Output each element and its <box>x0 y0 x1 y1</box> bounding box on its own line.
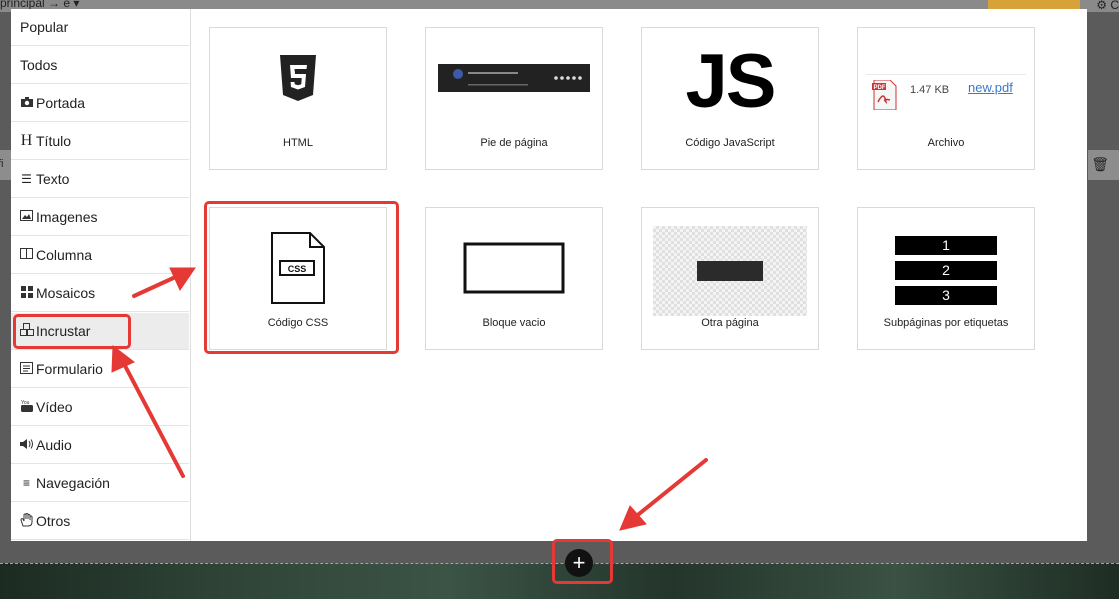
speaker-icon <box>20 438 33 453</box>
sidebar-item-imagenes[interactable]: Imagenes <box>11 199 189 236</box>
sidebar-item-navegacion[interactable]: ≡ Navegación <box>11 465 189 502</box>
footer-preview-thumbnail <box>426 28 602 128</box>
highlight-incrustar <box>13 314 131 349</box>
hand-icon <box>20 512 33 530</box>
sidebar-item-texto[interactable]: ☰ Texto <box>11 161 189 198</box>
highlight-css-tile <box>204 201 399 354</box>
sidebar-item-todos[interactable]: Todos <box>11 47 189 84</box>
sidebar-item-mosaicos[interactable]: Mosaicos <box>11 275 189 312</box>
form-icon <box>20 361 33 377</box>
sidebar-item-video[interactable]: You Vídeo <box>11 389 189 426</box>
sidebar-item-popular[interactable]: Popular <box>11 9 189 46</box>
add-block-modal: Popular Todos Portada H Título ☰ Texto Ima… <box>11 9 1087 541</box>
javascript-icon: JS <box>685 39 777 124</box>
camera-icon <box>20 96 33 110</box>
sidebar-item-formulario[interactable]: Formulario <box>11 351 189 388</box>
tile-javascript[interactable]: JS Código JavaScript <box>641 27 819 170</box>
heading-icon: H <box>20 132 33 149</box>
empty-block-icon <box>426 208 602 318</box>
sidebar-item-otros[interactable]: Otros <box>11 503 189 540</box>
numbered-bars-icon: 1 2 3 <box>858 208 1034 320</box>
sidebar-item-portada[interactable]: Portada <box>11 85 189 122</box>
tile-footer[interactable]: Pie de página <box>425 27 603 170</box>
tile-empty-block[interactable]: Bloque vacio <box>425 207 603 350</box>
tile-subpages-by-tags[interactable]: 1 2 3 Subpáginas por etiquetas <box>857 207 1035 350</box>
menu-icon: ≡ <box>22 476 30 490</box>
settings-link: ⚙ C <box>1096 0 1119 12</box>
sidebar-item-audio[interactable]: Audio <box>11 427 189 464</box>
html5-icon <box>210 28 386 128</box>
trash-icon: 🗑 <box>1091 156 1109 172</box>
grid-icon <box>20 285 33 301</box>
other-page-thumbnail <box>642 226 818 316</box>
file-preview: PDF 1.47 KB new.pdf <box>858 28 1034 128</box>
tile-other-page[interactable]: Otra página <box>641 207 819 350</box>
youtube-icon: You <box>20 399 33 415</box>
columns-icon <box>20 248 33 262</box>
sidebar-item-columna[interactable]: Columna <box>11 237 189 274</box>
plus-icon: + <box>572 550 586 575</box>
pdf-icon: PDF <box>872 80 897 110</box>
tile-file[interactable]: PDF 1.47 KB new.pdf Archivo <box>857 27 1035 170</box>
text-lines-icon: ☰ <box>21 172 32 186</box>
category-sidebar: Popular Todos Portada H Título ☰ Texto Ima… <box>11 9 191 541</box>
tile-html[interactable]: HTML <box>209 27 387 170</box>
sidebar-item-titulo[interactable]: H Título <box>11 123 189 160</box>
image-icon <box>20 210 33 224</box>
svg-text:PDF: PDF <box>874 85 886 91</box>
add-block-button[interactable]: + <box>565 549 593 577</box>
background-right-strip: 🗑 <box>1088 150 1119 180</box>
